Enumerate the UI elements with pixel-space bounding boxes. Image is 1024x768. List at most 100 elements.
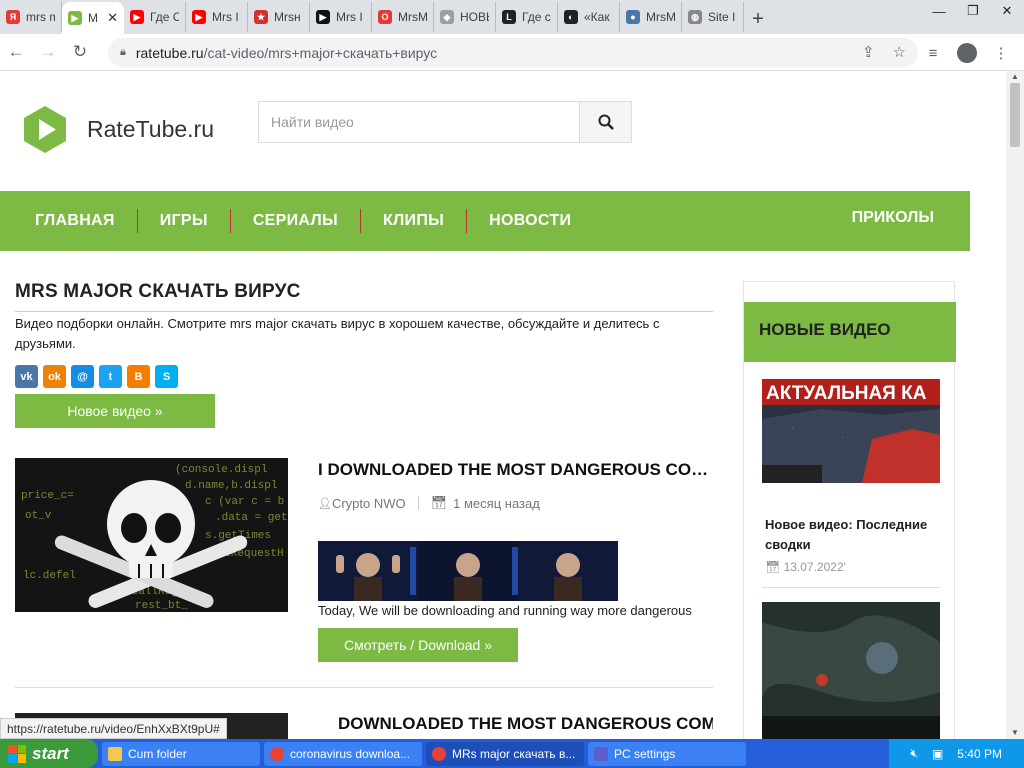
back-arrow-icon[interactable]: ←	[0, 36, 32, 68]
sidebar-video-thumbnail-1[interactable]: АКТУАЛЬНАЯ КА · ·	[762, 379, 940, 483]
web-page: RateTube.ru Найти видео ГЛАВНАЯ ИГРЫ СЕР…	[0, 71, 1006, 739]
menu-dots-icon[interactable]: ⋮	[986, 38, 1016, 68]
forward-arrow-icon[interactable]: →	[32, 36, 64, 68]
video-title-link-2[interactable]: DOWNLOADED THE MOST DANGEROUS COM...	[338, 714, 713, 734]
search-icon	[598, 114, 614, 130]
sidebar-video-thumbnail-2[interactable]	[762, 602, 940, 739]
tab-title: Mrs I	[212, 10, 239, 24]
network-icon[interactable]: ▣	[932, 747, 943, 761]
tab-title: MrsM	[398, 10, 427, 24]
new-video-button[interactable]: Новое видео »	[15, 394, 215, 428]
browser-tab[interactable]: O MrsM	[372, 2, 434, 32]
search-button[interactable]	[579, 102, 631, 142]
game-thumbnail-image	[762, 602, 940, 739]
svg-text:d.name,b.displ: d.name,b.displ	[185, 480, 277, 492]
video-title-link[interactable]: I DOWNLOADED THE MOST DANGEROUS COM...	[318, 460, 713, 480]
minimize-icon[interactable]: —	[922, 0, 956, 22]
taskbar-item-chrome-2[interactable]: MRs major скачать в...	[426, 741, 584, 766]
volume-muted-icon[interactable]: 🔇︎	[910, 746, 918, 761]
browser-tab[interactable]: L Где с	[496, 2, 558, 32]
start-button[interactable]: start	[0, 739, 98, 768]
svg-text:rest_bt_: rest_bt_	[135, 600, 188, 612]
menu-item-series[interactable]: СЕРИАЛЫ	[231, 209, 361, 233]
tab-favicon-icon: ▶	[68, 11, 82, 25]
tab-favicon-icon: ◆	[440, 10, 454, 24]
preview-frames-image	[318, 541, 618, 601]
scroll-down-icon[interactable]: ▼	[1006, 727, 1024, 739]
main-menu: ГЛАВНАЯ ИГРЫ СЕРИАЛЫ КЛИПЫ НОВОСТИ ПРИКО…	[0, 191, 970, 251]
browser-tab[interactable]: ◐ «Как	[558, 2, 620, 32]
scroll-up-icon[interactable]: ▲	[1006, 71, 1024, 83]
profile-avatar-icon[interactable]	[957, 43, 977, 63]
tab-favicon-icon: ★	[254, 10, 268, 24]
tab-title: «Как	[584, 10, 610, 24]
menu-item-jokes[interactable]: ПРИКОЛЫ	[852, 209, 934, 227]
lock-icon: 🔒︎	[120, 46, 126, 58]
video-meta: 👤︎ Crypto NWO 📅︎ 1 месяц назад	[318, 495, 540, 511]
chrome-icon	[432, 746, 446, 761]
tab-favicon-icon: L	[502, 10, 516, 24]
skype-share-icon[interactable]: S	[155, 365, 178, 388]
browser-tab[interactable]: ▶ Mrs I	[186, 2, 248, 32]
blogger-share-icon[interactable]: B	[127, 365, 150, 388]
menu-item-news[interactable]: НОВОСТИ	[467, 209, 593, 233]
calendar-icon: 📅︎	[430, 495, 448, 510]
address-bar[interactable]: 🔒︎ ratetube.ru/cat-video/mrs+major+скача…	[108, 38, 918, 67]
share-icon[interactable]: ⇪	[862, 43, 875, 61]
browser-tab[interactable]: ▶ M ✕	[62, 2, 124, 34]
taskbar-item-folder[interactable]: Cum folder	[102, 741, 260, 766]
tab-close-icon[interactable]: ✕	[107, 10, 118, 26]
ok-share-icon[interactable]: ok	[43, 365, 66, 388]
windows-logo-icon	[8, 744, 26, 763]
sidebar: НОВЫЕ ВИДЕО АКТУАЛЬНАЯ КА · · Новое видео…	[743, 281, 956, 739]
scrollbar-thumb[interactable]	[1010, 83, 1020, 147]
tab-title: Site I	[708, 10, 736, 24]
twitter-share-icon[interactable]: t	[99, 365, 122, 388]
close-icon[interactable]: ✕	[990, 0, 1024, 22]
tab-title: M	[88, 11, 98, 25]
tab-title: Mrsн	[274, 10, 301, 24]
browser-tab[interactable]: ▶ Mrs I	[310, 2, 372, 32]
sidebar-video-title-1[interactable]: Новое видео: Последние сводки	[765, 515, 945, 555]
search-form: Найти видео	[258, 101, 632, 143]
reload-icon[interactable]: ↻	[64, 36, 96, 68]
menu-item-clips[interactable]: КЛИПЫ	[361, 209, 468, 233]
browser-tab[interactable]: ▶ Где С	[124, 2, 186, 32]
divider	[15, 311, 713, 312]
search-input[interactable]: Найти видео	[259, 102, 579, 142]
thumbnail-caption: АКТУАЛЬНАЯ КА	[766, 383, 927, 404]
tab-title: Mrs I	[336, 10, 363, 24]
browser-tab[interactable]: Яmrs m	[0, 2, 62, 32]
tab-favicon-icon: O	[378, 10, 392, 24]
taskbar-item-chrome-1[interactable]: coronavirus downloa...	[264, 741, 422, 766]
map-thumbnail-image: АКТУАЛЬНАЯ КА ··	[762, 379, 940, 483]
page-scrollbar[interactable]: ▲ ▼	[1006, 71, 1024, 739]
tab-favicon-icon: Я	[6, 10, 20, 24]
tab-title: Где С	[150, 10, 179, 24]
taskbar-item-settings[interactable]: PC settings	[588, 741, 746, 766]
skull-thumbnail-image: (console.displ d.name,b.displ price_c= c…	[15, 458, 288, 612]
taskbar-item-label: coronavirus downloa...	[290, 746, 411, 761]
browser-tab[interactable]: ★ Mrsн	[248, 2, 310, 32]
status-bar-url: https://ratetube.ru/video/EnhXxBXt9pU#	[0, 718, 227, 739]
menu-item-home[interactable]: ГЛАВНАЯ	[0, 209, 138, 233]
video-thumbnail[interactable]: (console.displ d.name,b.displ price_c= c…	[15, 458, 288, 612]
new-tab-icon[interactable]: +	[744, 4, 772, 34]
watch-download-button[interactable]: Смотреть / Download »	[318, 628, 518, 662]
svg-text:lc.defel: lc.defel	[23, 570, 76, 582]
menu-item-games[interactable]: ИГРЫ	[138, 209, 231, 233]
vk-share-icon[interactable]: vk	[15, 365, 38, 388]
bookmark-star-icon[interactable]: ☆	[893, 43, 906, 61]
mailru-share-icon[interactable]: @	[71, 365, 94, 388]
tab-favicon-icon: ◍	[688, 10, 702, 24]
browser-tab[interactable]: ● MrsM	[620, 2, 682, 32]
site-logo[interactable]: RateTube.ru	[20, 104, 214, 154]
user-icon: 👤︎	[318, 497, 332, 510]
sidebar-heading: НОВЫЕ ВИДЕО	[744, 302, 956, 362]
restore-icon[interactable]: ❐	[956, 0, 990, 22]
reading-list-icon[interactable]: ≡	[918, 38, 948, 68]
svg-text:price_c=: price_c=	[21, 490, 74, 502]
browser-tab[interactable]: ◆ НОВЬ	[434, 2, 496, 32]
share-buttons: vk ok @ t B S	[15, 365, 178, 388]
browser-tab[interactable]: ◍ Site I	[682, 2, 744, 32]
